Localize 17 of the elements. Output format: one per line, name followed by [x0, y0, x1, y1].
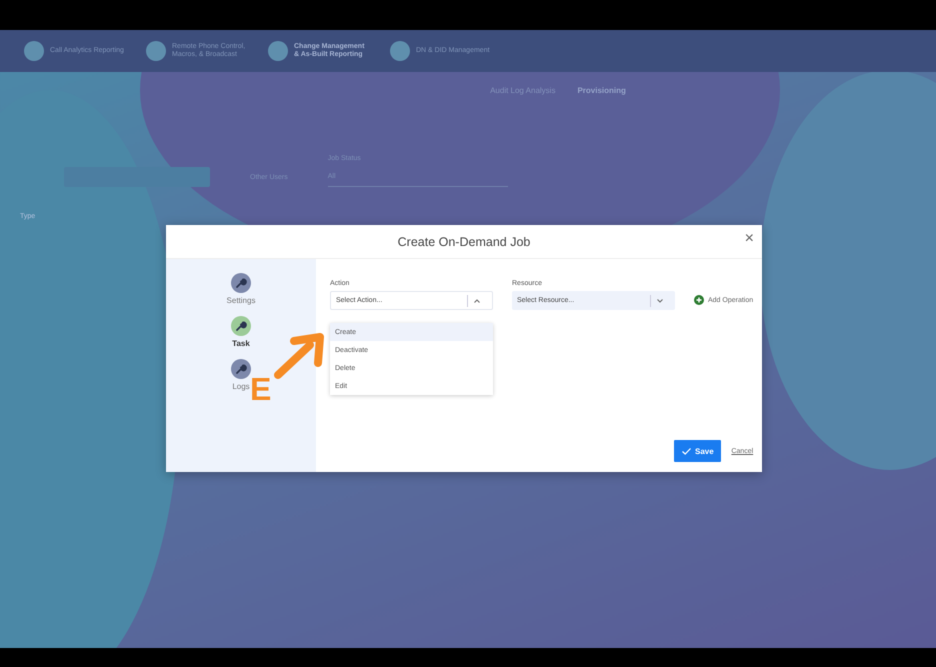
plus-icon — [694, 295, 704, 305]
annotation-letter: E — [250, 373, 272, 405]
nav-icon[interactable] — [268, 41, 288, 61]
arrow-drawing — [274, 333, 326, 379]
step-label[interactable]: Task — [232, 339, 250, 348]
nav-icon[interactable] — [146, 41, 166, 61]
close-button[interactable]: × — [744, 231, 754, 247]
nav-icon[interactable] — [24, 41, 44, 61]
tab[interactable]: Provisioning — [577, 86, 626, 95]
save-button[interactable]: Save — [674, 440, 722, 462]
caret-down-icon — [657, 298, 663, 302]
step-label[interactable]: Logs — [232, 382, 250, 391]
dialog-title: Create On-Demand Job — [398, 234, 530, 248]
check-icon — [682, 448, 692, 454]
nav-icon[interactable] — [390, 41, 410, 61]
step-label[interactable]: Settings — [226, 296, 256, 305]
caret-up-icon — [474, 298, 480, 302]
